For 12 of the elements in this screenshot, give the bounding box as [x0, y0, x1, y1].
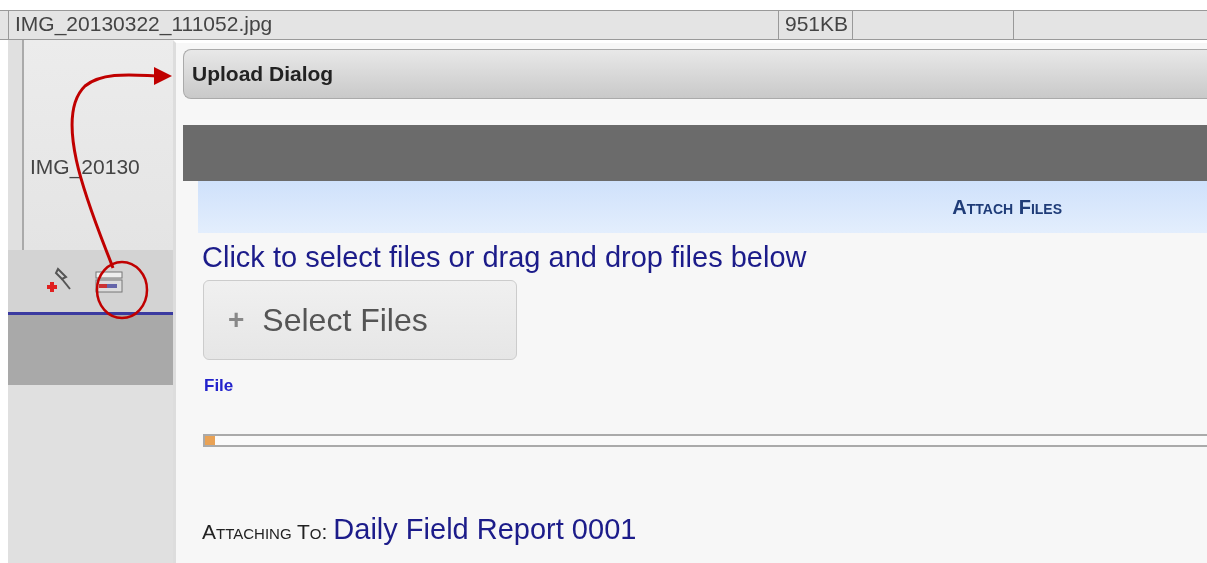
- instruction-text: Click to select files or drag and drop files below: [201, 240, 808, 274]
- dialog-title-bar: Upload Dialog: [183, 49, 1207, 99]
- plus-icon: +: [228, 304, 245, 336]
- highlight-circle: [95, 260, 149, 320]
- file-name-cell: IMG_20130322_111052.jpg: [8, 11, 778, 39]
- column-header: File: [204, 376, 235, 396]
- select-files-button[interactable]: + Select Files: [203, 280, 517, 360]
- attaching-value: Daily Field Report 0001: [333, 513, 637, 546]
- attaching-label: Attaching To:: [202, 520, 328, 544]
- section-header: Attach Files: [198, 181, 1207, 233]
- file-size-cell: 951KB: [778, 11, 852, 39]
- scanner-icon[interactable]: [94, 268, 124, 294]
